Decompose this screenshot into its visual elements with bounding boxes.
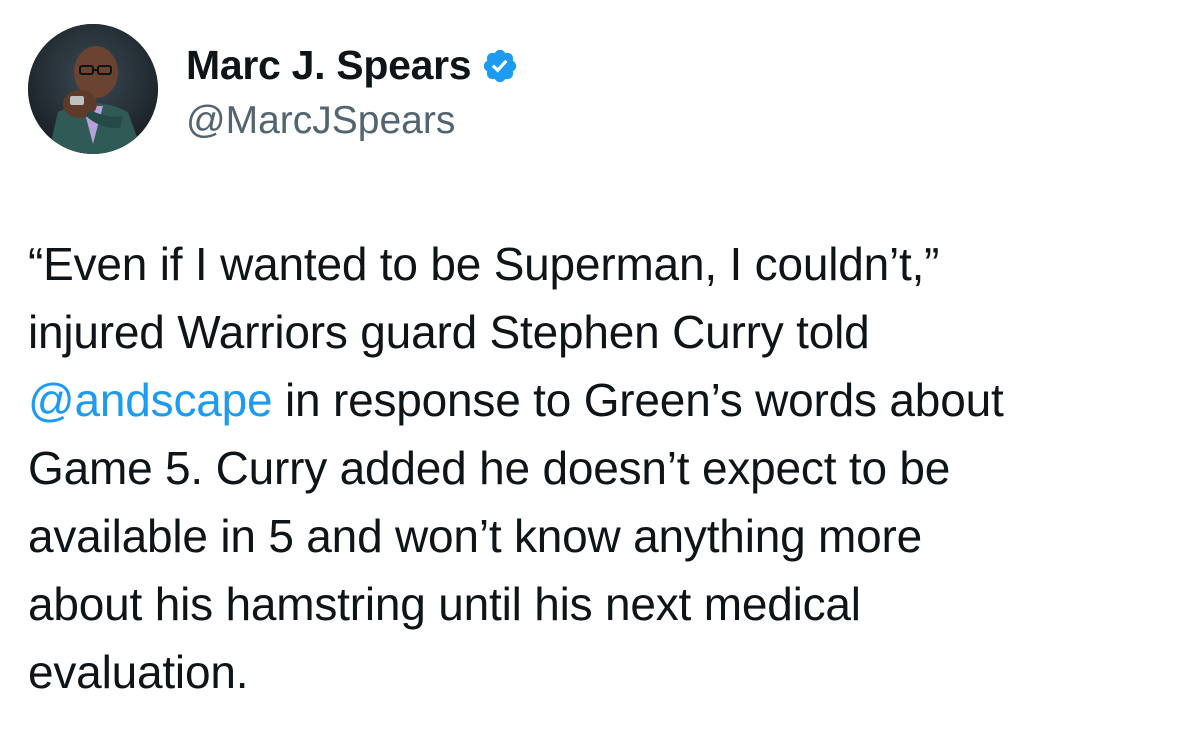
display-name[interactable]: Marc J. Spears <box>186 45 472 86</box>
tweet-line: Game 5. Curry added he doesn’t expect to… <box>28 442 951 494</box>
tweet-line: evaluation. <box>28 646 249 698</box>
author-handle[interactable]: @MarcJSpears <box>186 101 519 140</box>
name-row: Marc J. Spears <box>186 39 519 93</box>
tweet-line: about his hamstring until his next medic… <box>28 578 861 630</box>
tweet-line: injured Warriors guard Stephen Curry tol… <box>28 306 870 358</box>
tweet-line: available in 5 and won’t know anything m… <box>28 510 923 562</box>
avatar-image <box>28 24 158 154</box>
tweet-card: Marc J. Spears @MarcJSpears “Even if I w… <box>0 0 1179 751</box>
tweet-line-text: in response to Green’s words about <box>272 374 1004 426</box>
tweet-line: @andscape in response to Green’s words a… <box>28 366 1148 434</box>
tweet-header: Marc J. Spears @MarcJSpears <box>28 24 519 154</box>
avatar[interactable] <box>28 24 158 154</box>
author-identity: Marc J. Spears @MarcJSpears <box>186 39 519 140</box>
tweet-text: “Even if I wanted to be Superman, I coul… <box>28 230 1148 706</box>
verified-badge-icon[interactable] <box>481 47 519 85</box>
mention-link[interactable]: @andscape <box>28 374 273 426</box>
tweet-line: “Even if I wanted to be Superman, I coul… <box>28 238 940 290</box>
